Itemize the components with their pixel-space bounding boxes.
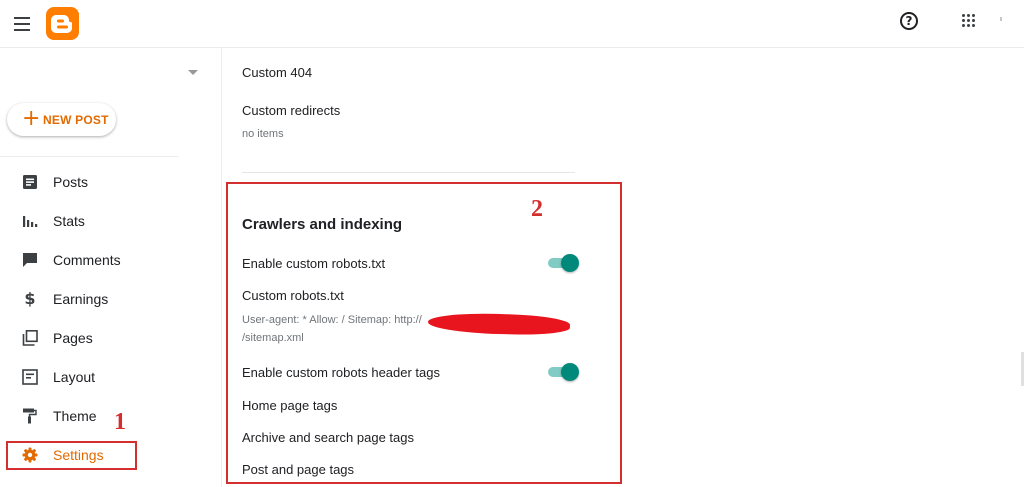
- sidebar-item-comments[interactable]: Comments: [0, 242, 220, 278]
- posts-icon: [22, 174, 38, 190]
- blog-selector-caret-icon[interactable]: [188, 70, 198, 75]
- hamburger-menu-icon[interactable]: [14, 14, 32, 31]
- pages-icon: [22, 330, 38, 346]
- stats-icon: [22, 213, 38, 229]
- new-post-label: NEW POST: [43, 113, 109, 127]
- sidebar-item-theme[interactable]: Theme: [0, 398, 220, 434]
- sidebar-item-label: Earnings: [53, 291, 109, 307]
- settings-annotation-box: [6, 441, 137, 470]
- layout-icon: [22, 369, 38, 385]
- apps-grid-icon[interactable]: [962, 14, 976, 28]
- sidebar-item-layout[interactable]: Layout: [0, 359, 220, 395]
- custom-redirects-setting[interactable]: Custom redirects: [242, 103, 340, 118]
- account-indicator: [1000, 17, 1002, 21]
- custom-404-setting[interactable]: Custom 404: [242, 65, 312, 80]
- sidebar-item-label: Pages: [53, 330, 93, 346]
- help-circle-icon[interactable]: ?: [900, 12, 918, 30]
- top-app-bar: ?: [0, 0, 1024, 48]
- sidebar-item-stats[interactable]: Stats: [0, 203, 220, 239]
- annotation-marker-1: 1: [114, 409, 126, 435]
- paint-roller-icon: [22, 408, 38, 424]
- crawlers-annotation-box: [226, 182, 622, 484]
- sidebar-item-label: Theme: [53, 408, 97, 424]
- plus-icon: +: [22, 106, 41, 131]
- sidebar-item-label: Comments: [53, 252, 121, 268]
- sidebar-item-label: Posts: [53, 174, 89, 190]
- sidebar-item-label: Stats: [53, 213, 85, 229]
- sidebar-divider: [0, 156, 178, 157]
- sidebar-item-label: Layout: [53, 369, 96, 385]
- sidebar-item-pages[interactable]: Pages: [0, 320, 220, 356]
- sidebar-item-posts[interactable]: Posts: [0, 164, 220, 200]
- sidebar-item-earnings[interactable]: $ Earnings: [0, 281, 220, 317]
- section-divider: [242, 172, 575, 173]
- new-post-button[interactable]: + NEW POST: [7, 103, 116, 136]
- comments-icon: [22, 252, 38, 268]
- custom-redirects-value: no items: [242, 128, 284, 140]
- blogger-logo-icon[interactable]: [46, 7, 79, 40]
- annotation-marker-2: 2: [531, 196, 543, 222]
- sidebar: + NEW POST Posts Stats Comments $ Earnin…: [0, 48, 222, 487]
- dollar-icon: $: [24, 289, 36, 308]
